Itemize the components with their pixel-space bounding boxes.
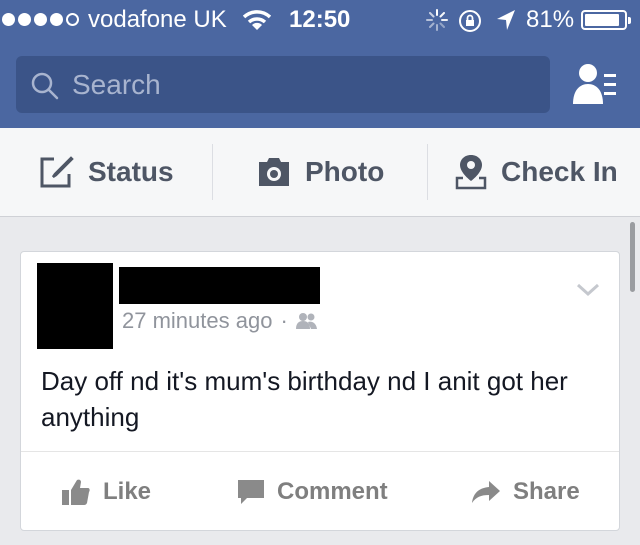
post-timestamp[interactable]: 27 minutes ago	[122, 308, 272, 334]
rotation-lock-icon	[459, 10, 481, 32]
like-button[interactable]: Like	[61, 452, 151, 532]
meta-separator: ·	[280, 308, 288, 333]
comment-button[interactable]: Comment	[237, 452, 388, 532]
share-label: Share	[513, 478, 580, 505]
chevron-down-icon[interactable]	[576, 283, 600, 297]
photo-button[interactable]: Photo	[257, 128, 384, 216]
activity-spinner-icon	[426, 9, 448, 31]
like-label: Like	[103, 478, 152, 505]
clock-time: 12:50	[289, 6, 351, 33]
search-input[interactable]	[72, 56, 532, 113]
comment-icon	[238, 480, 264, 504]
author-name-redacted[interactable]	[119, 267, 320, 304]
top-navigation-bar: vodafone UK 12:50 81%	[0, 0, 640, 128]
post-meta: 27 minutes ago ·	[122, 308, 318, 334]
author-avatar-redacted[interactable]	[37, 263, 113, 349]
check-in-button[interactable]: Check In	[455, 128, 618, 216]
battery-fill	[585, 14, 620, 26]
comment-label: Comment	[277, 478, 388, 505]
friends-audience-icon[interactable]	[295, 312, 318, 330]
ios-status-bar: vodafone UK 12:50 81%	[0, 0, 640, 40]
carrier-name: vodafone UK	[88, 6, 227, 33]
check-in-label: Check In	[501, 156, 618, 187]
status-label: Status	[88, 156, 174, 187]
share-button[interactable]: Share	[471, 452, 580, 532]
battery-percentage: 81%	[526, 6, 575, 33]
post-body-text: Day off nd it's mum's birthday nd I anit…	[41, 366, 568, 432]
location-arrow-icon	[497, 10, 515, 30]
signal-strength-icon	[2, 13, 79, 26]
wifi-icon	[243, 10, 271, 30]
search-icon	[31, 72, 59, 100]
scrollbar[interactable]	[630, 222, 635, 292]
share-arrow-icon	[472, 481, 500, 503]
friends-list-icon[interactable]	[572, 62, 618, 106]
battery-icon	[581, 10, 631, 30]
news-feed-post: 27 minutes ago · Day off nd it's mum's b…	[20, 251, 620, 531]
edit-status-icon	[40, 156, 74, 188]
location-pin-icon	[455, 155, 487, 190]
camera-icon	[259, 158, 289, 186]
composer-actions-bar: Status Photo Check In	[0, 128, 640, 217]
search-bar[interactable]	[16, 56, 550, 113]
photo-label: Photo	[305, 156, 385, 187]
thumbs-up-icon	[62, 479, 90, 505]
status-button[interactable]: Status	[40, 128, 174, 216]
